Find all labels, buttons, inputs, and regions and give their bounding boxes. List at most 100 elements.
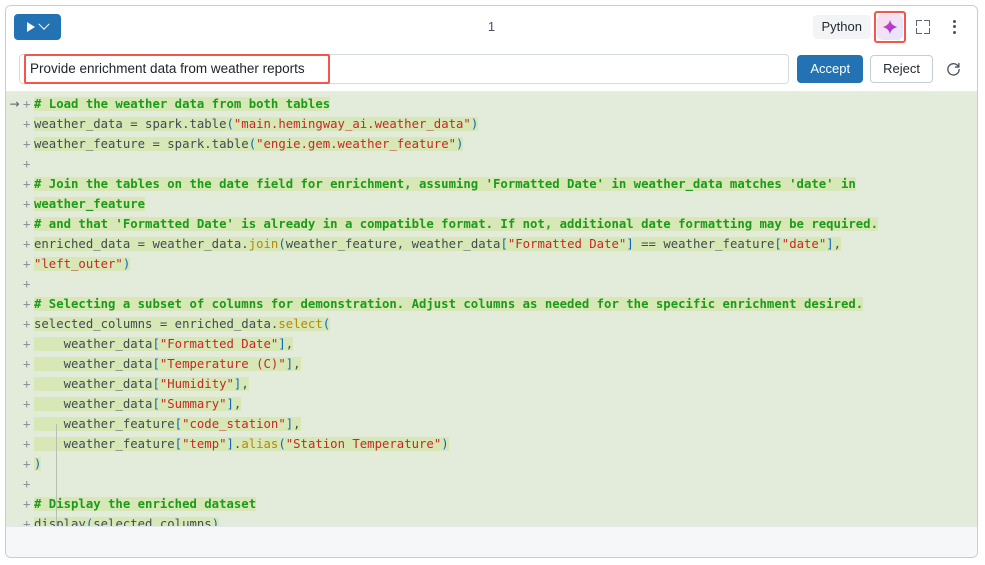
code-line-text: ) <box>34 454 41 474</box>
code-line-text: weather_data = spark.table("main.hemingw… <box>34 114 478 134</box>
code-token: , <box>286 337 293 351</box>
code-line: +weather_feature <box>6 194 977 214</box>
diff-added-marker: + <box>23 354 34 374</box>
code-line: + weather_feature["temp"].alias("Station… <box>6 434 977 454</box>
code-line: +weather_data = spark.table("main.heming… <box>6 114 977 134</box>
code-line: +display(selected_columns) <box>6 514 977 526</box>
code-token: [ <box>175 437 182 451</box>
code-token: weather_feature, weather_data <box>286 237 501 251</box>
code-line-text: # Join the tables on the date field for … <box>34 174 856 194</box>
more-options-button[interactable] <box>940 13 968 41</box>
ai-prompt-input[interactable]: Provide enrichment data from weather rep… <box>19 54 789 84</box>
ai-assistant-wrapper <box>874 11 906 43</box>
diff-added-marker: + <box>23 494 34 514</box>
code-line-text: # Display the enriched dataset <box>34 494 256 514</box>
code-token: # Selecting a subset of columns for demo… <box>34 297 863 311</box>
indent-guide <box>56 424 57 526</box>
code-token: , <box>834 237 841 251</box>
refresh-icon <box>945 61 962 78</box>
code-diff-area[interactable]: →+# Load the weather data from both tabl… <box>6 91 977 526</box>
code-line-text: weather_feature <box>34 194 145 214</box>
code-line-text: # Selecting a subset of columns for demo… <box>34 294 863 314</box>
fullscreen-button[interactable] <box>909 13 937 41</box>
reject-button[interactable]: Reject <box>870 55 933 83</box>
code-line-text: "left_outer") <box>34 254 130 274</box>
code-token: ( <box>323 317 330 331</box>
code-token: ( <box>278 237 285 251</box>
code-token: weather_feature <box>34 197 145 211</box>
diff-added-marker: + <box>23 94 34 114</box>
diff-added-marker: + <box>23 214 34 234</box>
code-token: weather_data <box>34 377 152 391</box>
code-line: + <box>6 154 977 174</box>
code-line: + weather_data["Temperature (C)"], <box>6 354 977 374</box>
code-line-text: enriched_data = weather_data.join(weathe… <box>34 234 841 254</box>
notebook-cell: 1 Python <box>5 5 978 558</box>
diff-added-marker: + <box>23 294 34 314</box>
code-line-text: weather_data["Humidity"], <box>34 374 249 394</box>
code-token: , <box>241 377 248 391</box>
code-token: ( <box>249 137 256 151</box>
code-line: +# Join the tables on the date field for… <box>6 174 977 194</box>
code-token: [ <box>152 377 159 391</box>
diff-added-marker: + <box>23 514 34 526</box>
code-token: ) <box>212 517 219 526</box>
run-cell-button[interactable] <box>14 14 61 40</box>
code-token: selected_columns = enriched_data. <box>34 317 278 331</box>
code-token: weather_data <box>34 357 152 371</box>
code-token: [ <box>175 417 182 431</box>
diff-added-marker: + <box>23 154 34 174</box>
language-selector[interactable]: Python <box>813 15 871 39</box>
code-line: +# and that 'Formatted Date' is already … <box>6 214 977 234</box>
code-token: ] <box>626 237 633 251</box>
code-token: "Formatted Date" <box>508 237 626 251</box>
sparkle-icon <box>882 19 898 35</box>
current-line-arrow-icon: → <box>6 94 23 114</box>
code-line-text: weather_feature["temp"].alias("Station T… <box>34 434 449 454</box>
regenerate-button[interactable] <box>938 54 968 84</box>
ai-assistant-button[interactable] <box>877 14 903 40</box>
diff-added-marker: + <box>23 394 34 414</box>
play-icon <box>27 22 35 32</box>
cell-footer <box>6 526 977 557</box>
code-line: +) <box>6 454 977 474</box>
diff-added-marker: + <box>23 454 34 474</box>
code-token: "main.hemingway_ai.weather_data" <box>234 117 471 131</box>
code-token: "engie.gem.weather_feature" <box>256 137 456 151</box>
chevron-down-icon[interactable] <box>38 18 49 29</box>
diff-added-marker: + <box>23 234 34 254</box>
code-token: ] <box>227 397 234 411</box>
code-token: weather_data = spark.table <box>34 117 227 131</box>
code-line: + weather_data["Humidity"], <box>6 374 977 394</box>
code-line-text: weather_data["Temperature (C)"], <box>34 354 301 374</box>
code-token: ] <box>826 237 833 251</box>
code-token: display <box>34 517 86 526</box>
diff-added-marker: + <box>23 414 34 434</box>
accept-button[interactable]: Accept <box>797 55 863 83</box>
code-token: ( <box>227 117 234 131</box>
code-token: [ <box>152 337 159 351</box>
code-token: "Station Temperature" <box>286 437 441 451</box>
diff-added-marker: + <box>23 254 34 274</box>
code-token: == weather_feature <box>634 237 775 251</box>
code-token: ] <box>227 437 234 451</box>
diff-added-marker: + <box>23 434 34 454</box>
code-token: join <box>249 237 279 251</box>
code-token: [ <box>774 237 781 251</box>
code-token: "Temperature (C)" <box>160 357 286 371</box>
code-line-text: weather_feature = spark.table("engie.gem… <box>34 134 463 154</box>
diff-added-marker: + <box>23 134 34 154</box>
code-token: , <box>234 397 241 411</box>
fullscreen-icon <box>916 20 930 34</box>
code-token: , <box>293 417 300 431</box>
diff-added-marker: + <box>23 174 34 194</box>
code-token: enriched_data = weather_data. <box>34 237 249 251</box>
code-line-text: weather_feature["code_station"], <box>34 414 301 434</box>
code-token: [ <box>152 397 159 411</box>
code-line: + <box>6 474 977 494</box>
diff-added-marker: + <box>23 194 34 214</box>
code-line: +# Selecting a subset of columns for dem… <box>6 294 977 314</box>
diff-added-marker: + <box>23 314 34 334</box>
code-token: [ <box>500 237 507 251</box>
code-token: "Formatted Date" <box>160 337 278 351</box>
